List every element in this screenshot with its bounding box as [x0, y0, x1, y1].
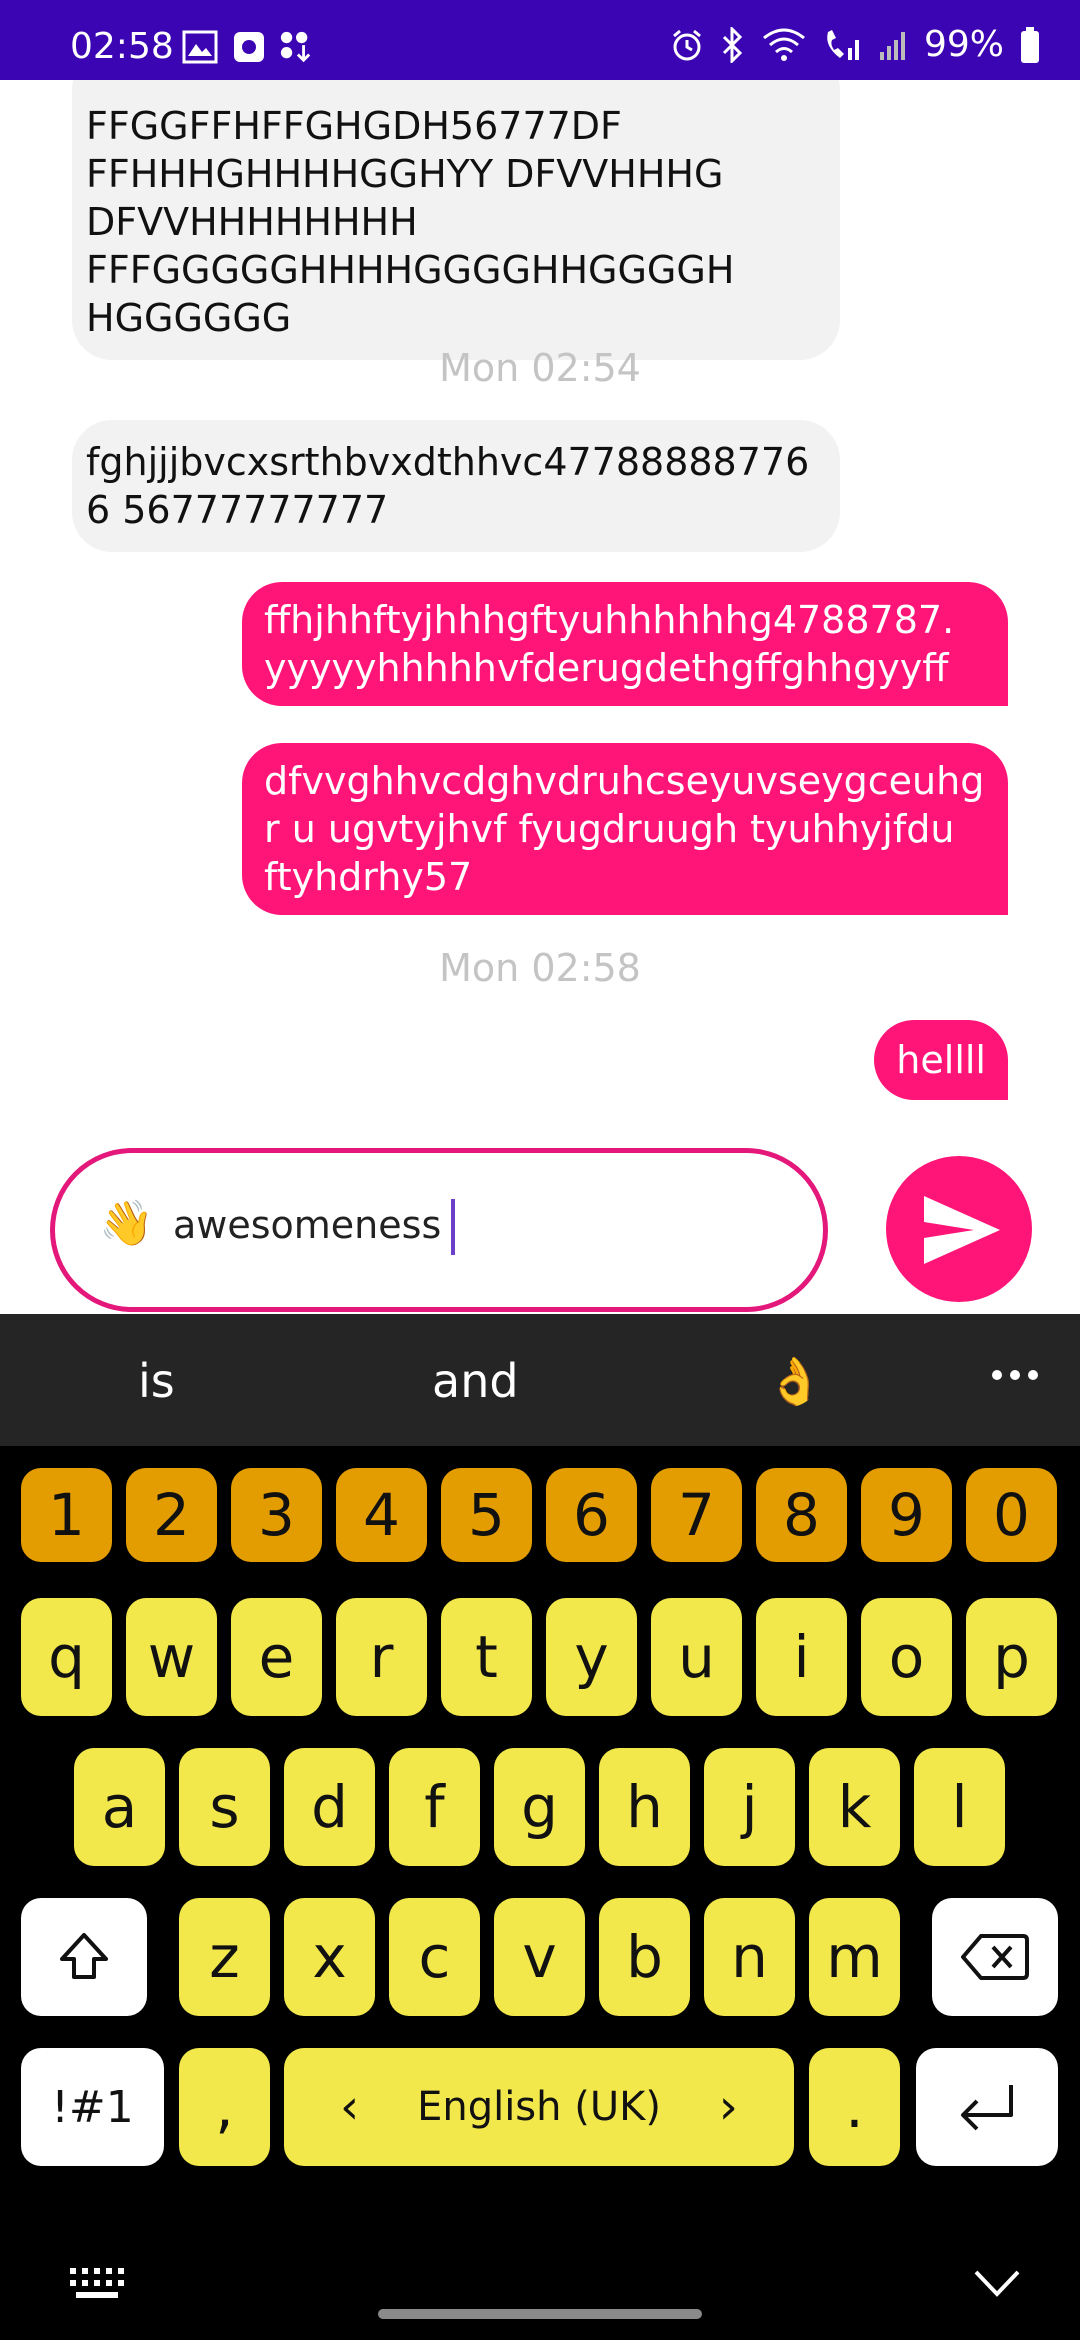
bluetooth-icon	[722, 26, 743, 63]
suggestion-item[interactable]: and	[432, 1354, 519, 1408]
key-q[interactable]: q	[21, 1598, 112, 1716]
gallery-icon	[182, 30, 218, 64]
key-w[interactable]: w	[126, 1598, 217, 1716]
key-r[interactable]: r	[336, 1598, 427, 1716]
message-incoming: FFGGFFHFFGHGDH56777DF FFHHHGHHHHGGHYY DF…	[72, 80, 840, 360]
comma-key[interactable]: ,	[179, 2048, 270, 2166]
key-7[interactable]: 7	[651, 1468, 742, 1562]
enter-key[interactable]	[916, 2048, 1058, 2166]
key-v[interactable]: v	[494, 1898, 585, 2016]
key-9[interactable]: 9	[861, 1468, 952, 1562]
key-y[interactable]: y	[546, 1598, 637, 1716]
hide-keyboard-icon[interactable]	[972, 2268, 1022, 2298]
key-o[interactable]: o	[861, 1598, 952, 1716]
key-m[interactable]: m	[809, 1898, 900, 2016]
enter-icon	[961, 2085, 1013, 2131]
key-n[interactable]: n	[704, 1898, 795, 2016]
text-caret	[451, 1199, 455, 1255]
shift-icon	[60, 1933, 108, 1979]
key-z[interactable]: z	[179, 1898, 270, 2016]
symbols-key[interactable]: !#1	[21, 2048, 164, 2166]
keyboard-switch-icon[interactable]	[68, 2266, 124, 2302]
key-g[interactable]: g	[494, 1748, 585, 1866]
wifi-icon	[763, 28, 805, 61]
waving-hand-icon[interactable]: 👋	[99, 1197, 154, 1249]
message-outgoing: dfvvghhvcdghvdruhcseyuvseygceuhgr u ugvt…	[242, 743, 1008, 915]
key-t[interactable]: t	[441, 1598, 532, 1716]
key-b[interactable]: b	[599, 1898, 690, 2016]
period-key[interactable]: .	[809, 2048, 900, 2166]
key-k[interactable]: k	[809, 1748, 900, 1866]
key-1[interactable]: 1	[21, 1468, 112, 1562]
key-u[interactable]: u	[651, 1598, 742, 1716]
cell-signal-icon	[879, 31, 905, 60]
key-x[interactable]: x	[284, 1898, 375, 2016]
message-timestamp: Mon 02:54	[439, 346, 641, 390]
key-8[interactable]: 8	[756, 1468, 847, 1562]
key-f[interactable]: f	[389, 1748, 480, 1866]
key-p[interactable]: p	[966, 1598, 1057, 1716]
chat-area[interactable]: FFGGFFHFFGHGDH56777DF FFHHHGHHHHGGHYY DF…	[0, 80, 1080, 1315]
key-0[interactable]: 0	[966, 1468, 1057, 1562]
call-signal-icon	[827, 29, 859, 60]
key-s[interactable]: s	[179, 1748, 270, 1866]
backspace-key[interactable]	[932, 1898, 1058, 2016]
battery-icon	[1021, 26, 1039, 63]
message-input[interactable]: awesomeness	[173, 1203, 441, 1247]
battery-percent: 99%	[923, 24, 1004, 65]
key-5[interactable]: 5	[441, 1468, 532, 1562]
key-4[interactable]: 4	[336, 1468, 427, 1562]
spacebar-language[interactable]: ‹ English (UK) ›	[284, 2048, 794, 2166]
key-h[interactable]: h	[599, 1748, 690, 1866]
keyboard: 1 2 3 4 5 6 7 8 9 0 q w e r t y u i o p …	[0, 1446, 1080, 2340]
key-l[interactable]: l	[914, 1748, 1005, 1866]
status-time: 02:58	[70, 26, 174, 67]
message-composer[interactable]: 👋 awesomeness	[50, 1148, 828, 1312]
message-outgoing: hellll	[874, 1020, 1008, 1100]
status-right: 99%	[670, 24, 1040, 65]
navigation-bar	[0, 2220, 1080, 2340]
key-2[interactable]: 2	[126, 1468, 217, 1562]
language-label: English (UK)	[417, 2084, 661, 2130]
suggestion-item[interactable]: is	[138, 1354, 175, 1408]
language-prev-icon[interactable]: ‹	[340, 2079, 359, 2135]
shift-key[interactable]	[21, 1898, 147, 2016]
suggestion-bar: is and 👌	[0, 1314, 1080, 1446]
send-button[interactable]	[886, 1156, 1032, 1302]
status-bar: 02:58 99%	[0, 0, 1080, 80]
grid-download-icon	[280, 31, 311, 63]
home-indicator[interactable]	[378, 2309, 702, 2319]
language-next-icon[interactable]: ›	[719, 2079, 738, 2135]
message-timestamp: Mon 02:58	[439, 946, 641, 990]
more-icon[interactable]	[992, 1370, 1038, 1380]
key-d[interactable]: d	[284, 1748, 375, 1866]
suggestion-emoji[interactable]: 👌	[766, 1354, 823, 1409]
key-j[interactable]: j	[704, 1748, 795, 1866]
send-icon	[924, 1196, 1000, 1264]
app-icon	[234, 32, 264, 62]
key-a[interactable]: a	[74, 1748, 165, 1866]
message-outgoing: ffhjhhftyjhhhgftyuhhhhhhg4788787. yyyyyh…	[242, 582, 1008, 706]
key-6[interactable]: 6	[546, 1468, 637, 1562]
key-i[interactable]: i	[756, 1598, 847, 1716]
key-e[interactable]: e	[231, 1598, 322, 1716]
key-c[interactable]: c	[389, 1898, 480, 2016]
backspace-icon	[961, 1934, 1029, 1980]
alarm-icon	[673, 29, 701, 60]
message-incoming: fghjjjbvcxsrthbvxdthhvc477888887766 5677…	[72, 420, 840, 552]
key-3[interactable]: 3	[231, 1468, 322, 1562]
